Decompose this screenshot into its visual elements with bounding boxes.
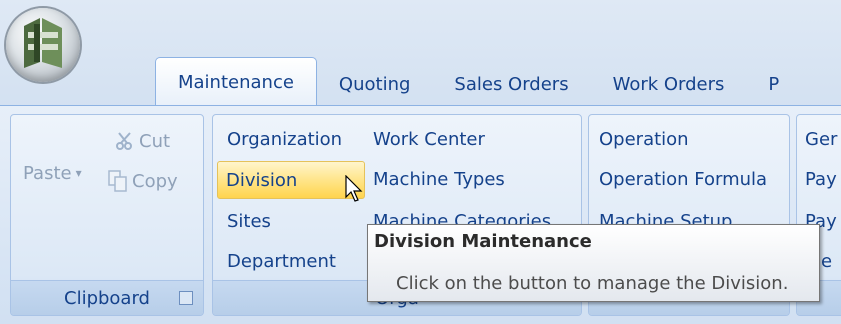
- ribbon-tab-bar: Maintenance Quoting Sales Orders Work Or…: [155, 56, 801, 106]
- tab-partial[interactable]: P: [746, 62, 801, 106]
- copy-icon: [108, 170, 127, 192]
- department-button[interactable]: Department: [219, 243, 344, 279]
- tab-work-orders[interactable]: Work Orders: [591, 62, 747, 106]
- app-logo-orb-button[interactable]: [6, 8, 80, 82]
- scissors-icon: [116, 132, 132, 150]
- mouse-pointer-icon: [345, 174, 363, 207]
- division-button[interactable]: Division: [217, 161, 365, 199]
- tooltip-title: Division Maintenance: [374, 231, 592, 252]
- tab-sales-orders[interactable]: Sales Orders: [432, 62, 590, 106]
- clipboard-group-footer: Clipboard: [11, 280, 203, 315]
- machine-types-button[interactable]: Machine Types: [365, 161, 513, 197]
- cut-button[interactable]: Cut: [107, 123, 178, 159]
- paste-label: Paste: [23, 162, 72, 184]
- clipboard-group: Paste ▾ Cut Copy Clipboard: [10, 114, 204, 316]
- dialog-launcher-icon[interactable]: [179, 291, 193, 305]
- tab-maintenance[interactable]: Maintenance: [155, 57, 317, 106]
- paste-button[interactable]: Paste ▾: [15, 155, 90, 191]
- pay-button-1[interactable]: Pay: [797, 161, 841, 197]
- app-window: Maintenance Quoting Sales Orders Work Or…: [0, 0, 841, 324]
- logo-icon: [24, 18, 62, 68]
- general-button[interactable]: Ger: [797, 121, 841, 157]
- clipboard-group-label: Clipboard: [64, 287, 150, 309]
- sites-button[interactable]: Sites: [219, 203, 279, 239]
- division-tooltip: Division Maintenance Click on the button…: [367, 224, 820, 302]
- organization-button[interactable]: Organization: [219, 121, 350, 157]
- tab-quoting[interactable]: Quoting: [317, 62, 432, 106]
- cut-label: Cut: [139, 130, 171, 152]
- operation-button[interactable]: Operation: [591, 121, 697, 157]
- tooltip-body: Click on the button to manage the Divisi…: [396, 273, 789, 294]
- copy-button[interactable]: Copy: [99, 163, 186, 199]
- paste-dropdown-arrow-icon: ▾: [75, 166, 82, 180]
- copy-label: Copy: [132, 170, 178, 192]
- work-center-button[interactable]: Work Center: [365, 121, 493, 157]
- operation-formula-button[interactable]: Operation Formula: [591, 161, 775, 197]
